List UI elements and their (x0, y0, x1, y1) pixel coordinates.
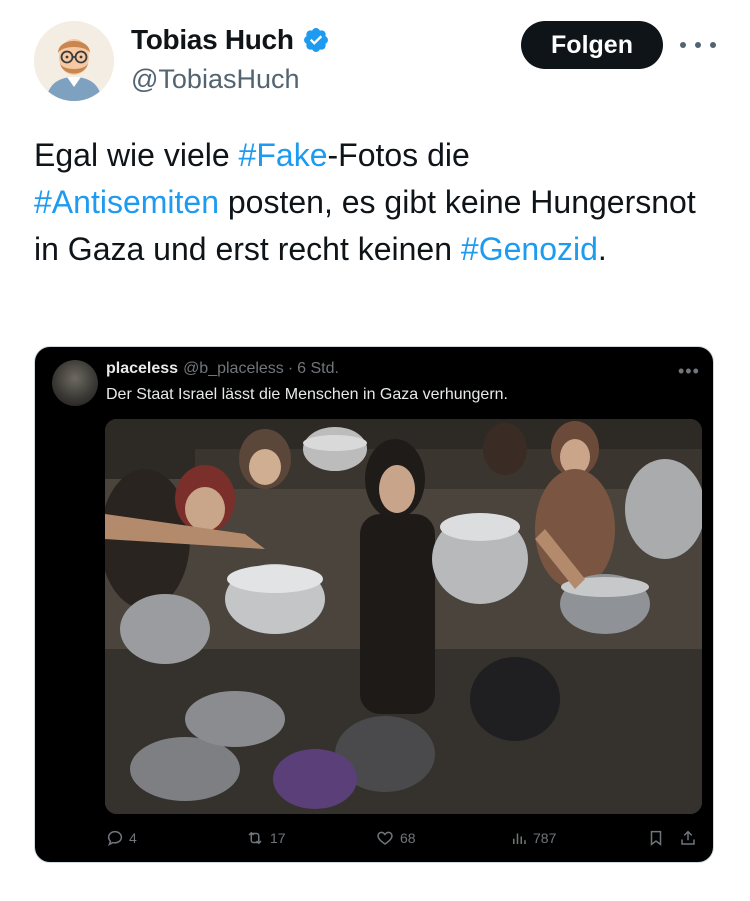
like-button[interactable]: 68 (375, 829, 416, 847)
tweet-text: Egal wie viele #Fake-Fotos die #Antisemit… (34, 132, 714, 273)
tweet-header: Tobias Huch @TobiasHuch Folgen (0, 0, 750, 110)
reply-count: 4 (129, 830, 137, 846)
quoted-tweet-text: Der Staat Israel lässt die Menschen in G… (106, 386, 508, 403)
hashtag-antisemiten[interactable]: #Antisemiten (34, 184, 219, 220)
quoted-separator: · (287, 360, 294, 377)
views-icon (513, 833, 526, 844)
bookmark-icon (650, 830, 662, 846)
verified-badge-icon (303, 28, 328, 52)
follow-button[interactable]: Folgen (521, 21, 663, 69)
repost-count: 17 (270, 830, 286, 846)
quoted-tweet-card[interactable]: placeless @b_placeless · 6 Std. ••• Der … (34, 346, 714, 863)
quoted-photo[interactable] (105, 419, 702, 814)
hashtag-fake[interactable]: #Fake (239, 137, 328, 173)
like-count: 68 (400, 830, 416, 846)
quoted-action-bar: 4 17 68 787 (35, 829, 713, 855)
hashtag-genozid[interactable]: #Genozid (461, 231, 598, 267)
author-name-row: Tobias Huch (131, 24, 330, 56)
quoted-author-avatar[interactable] (52, 360, 98, 406)
tweet-text-segment: -Fotos die (327, 137, 470, 173)
repost-button[interactable]: 17 (245, 829, 286, 847)
views-count: 787 (533, 830, 557, 846)
bookmark-button[interactable] (647, 829, 670, 847)
quoted-timestamp[interactable]: 6 Std. (297, 360, 339, 378)
views-button[interactable]: 787 (510, 829, 556, 847)
quoted-author-handle[interactable]: @b_placeless (183, 360, 284, 378)
tweet-text-segment: . (597, 231, 607, 267)
repost-icon (248, 831, 262, 845)
author-avatar[interactable] (34, 21, 114, 101)
share-button[interactable] (679, 829, 702, 847)
quoted-author-name[interactable]: placeless (106, 360, 178, 378)
reply-icon (107, 830, 123, 846)
author-display-name[interactable]: Tobias Huch (131, 24, 294, 56)
quoted-header: placeless @b_placeless · 6 Std. (106, 360, 339, 378)
like-icon (377, 831, 393, 845)
share-icon (681, 830, 695, 845)
quoted-more-icon[interactable]: ••• (678, 361, 700, 382)
tweet-text-segment: Egal wie viele (34, 137, 239, 173)
author-handle[interactable]: @TobiasHuch (131, 64, 300, 95)
reply-button[interactable]: 4 (106, 829, 137, 847)
more-icon[interactable] (680, 34, 716, 56)
